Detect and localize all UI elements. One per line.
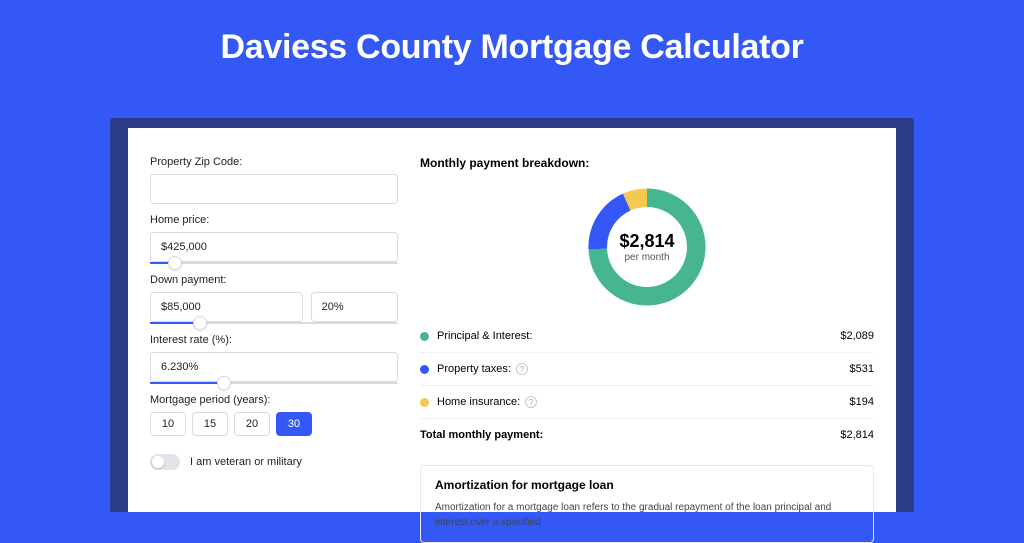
help-icon[interactable]: ? — [516, 363, 528, 375]
slider-fill — [150, 382, 224, 384]
breakdown-title: Monthly payment breakdown: — [420, 156, 874, 170]
inputs-column: Property Zip Code: Home price: Down paym… — [150, 148, 398, 512]
period-btn-15[interactable]: 15 — [192, 412, 228, 436]
down-payment-percent-input[interactable] — [311, 292, 398, 322]
total-value: $2,814 — [840, 429, 874, 441]
down-payment-row — [150, 292, 398, 322]
slider-thumb[interactable] — [217, 376, 231, 390]
line-label-text: Home insurance: — [437, 396, 520, 408]
line-label-text: Property taxes: — [437, 363, 511, 375]
line-value: $531 — [850, 363, 874, 375]
help-icon[interactable]: ? — [525, 396, 537, 408]
donut-total: $2,814 — [619, 231, 674, 252]
mortgage-period-row: 10 15 20 30 — [150, 412, 398, 436]
line-total: Total monthly payment: $2,814 — [420, 418, 874, 451]
donut-center: $2,814 per month — [582, 182, 712, 312]
donut-wrap: $2,814 per month — [420, 170, 874, 320]
down-payment-label: Down payment: — [150, 274, 398, 286]
line-property-taxes: Property taxes: ? $531 — [420, 352, 874, 385]
home-price-label: Home price: — [150, 214, 398, 226]
amortization-box: Amortization for mortgage loan Amortizat… — [420, 465, 874, 543]
calculator-panel: Property Zip Code: Home price: Down paym… — [128, 128, 896, 512]
total-label: Total monthly payment: — [420, 429, 840, 441]
period-btn-20[interactable]: 20 — [234, 412, 270, 436]
dot-icon — [420, 332, 429, 341]
slider-thumb[interactable] — [168, 256, 182, 270]
line-label: Home insurance: ? — [437, 396, 850, 408]
mortgage-period-label: Mortgage period (years): — [150, 394, 398, 406]
line-label: Property taxes: ? — [437, 363, 850, 375]
period-btn-30[interactable]: 30 — [276, 412, 312, 436]
home-price-input[interactable] — [150, 232, 398, 262]
line-value: $194 — [850, 396, 874, 408]
amortization-title: Amortization for mortgage loan — [435, 478, 859, 492]
interest-rate-slider[interactable] — [150, 382, 398, 384]
slider-thumb[interactable] — [193, 316, 207, 330]
down-payment-slider[interactable] — [150, 322, 398, 324]
veteran-row: I am veteran or military — [150, 454, 398, 470]
line-label-text: Principal & Interest: — [437, 330, 532, 342]
line-label: Principal & Interest: — [437, 330, 840, 342]
zip-input[interactable] — [150, 174, 398, 204]
zip-label: Property Zip Code: — [150, 156, 398, 168]
home-price-slider[interactable] — [150, 262, 398, 264]
line-value: $2,089 — [840, 330, 874, 342]
breakdown-column: Monthly payment breakdown: $2,814 per mo… — [420, 148, 874, 512]
donut-chart: $2,814 per month — [582, 182, 712, 312]
down-payment-amount-input[interactable] — [150, 292, 303, 322]
line-home-insurance: Home insurance: ? $194 — [420, 385, 874, 418]
page-title: Daviess County Mortgage Calculator — [0, 0, 1024, 85]
dot-icon — [420, 398, 429, 407]
donut-sublabel: per month — [624, 252, 669, 263]
line-principal-interest: Principal & Interest: $2,089 — [420, 320, 874, 352]
interest-rate-input[interactable] — [150, 352, 398, 382]
dot-icon — [420, 365, 429, 374]
amortization-text: Amortization for a mortgage loan refers … — [435, 500, 859, 530]
veteran-toggle[interactable] — [150, 454, 180, 470]
interest-rate-label: Interest rate (%): — [150, 334, 398, 346]
veteran-label: I am veteran or military — [190, 456, 302, 468]
period-btn-10[interactable]: 10 — [150, 412, 186, 436]
